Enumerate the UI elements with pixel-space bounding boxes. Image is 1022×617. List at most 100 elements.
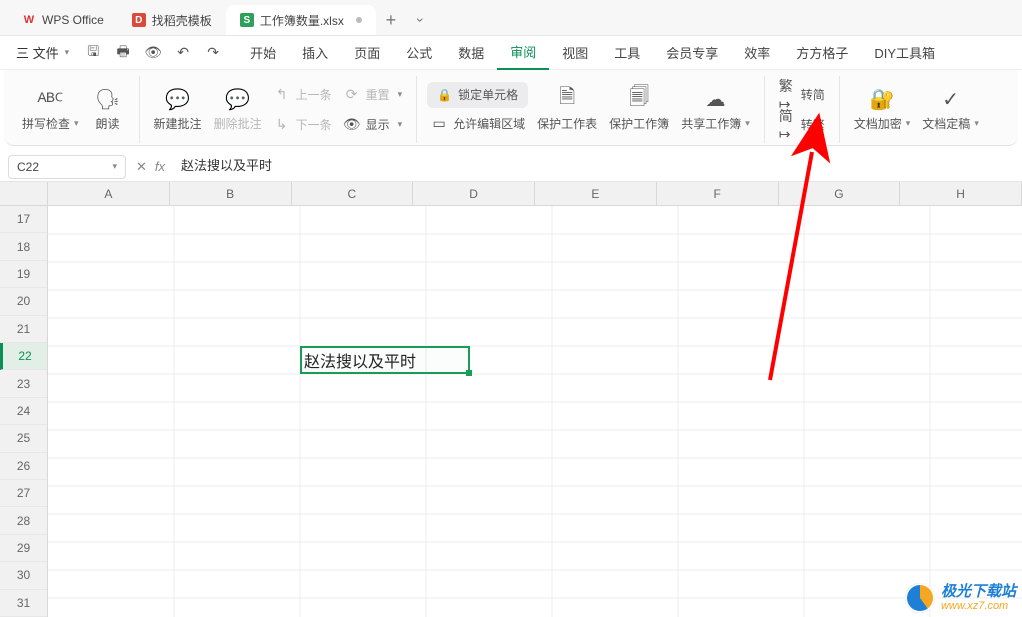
tab-file[interactable]: S 工作簿数量.xlsx bbox=[226, 5, 376, 35]
to-simplified-button[interactable]: 繁↦转简 bbox=[775, 81, 829, 109]
col-header[interactable]: D bbox=[413, 182, 535, 206]
col-header[interactable]: H bbox=[900, 182, 1022, 206]
menu-tab-insert[interactable]: 插入 bbox=[289, 36, 341, 70]
ribbon-group-convert: 繁↦转简 简↦转繁 bbox=[765, 76, 840, 143]
next-comment-button[interactable]: ↳下一条 bbox=[270, 111, 336, 139]
file-menu-label: 三 文件 bbox=[16, 43, 59, 62]
read-button[interactable]: 🗣 朗读 bbox=[85, 76, 131, 143]
menu-tab-label: 插入 bbox=[302, 43, 328, 62]
prev-icon: ↰ bbox=[274, 86, 290, 103]
menu-tab-efficiency[interactable]: 效率 bbox=[731, 36, 783, 70]
menu-tab-start[interactable]: 开始 bbox=[237, 36, 289, 70]
cells[interactable]: 赵法搜以及平时 bbox=[48, 206, 1022, 617]
row-header[interactable]: 30 bbox=[0, 562, 47, 589]
row-header[interactable]: 25 bbox=[0, 425, 47, 452]
watermark-logo-icon bbox=[905, 583, 935, 613]
tab-templates-label: 找稻壳模板 bbox=[152, 12, 212, 29]
menu-tab-page[interactable]: 页面 bbox=[341, 36, 393, 70]
row-header[interactable]: 27 bbox=[0, 480, 47, 507]
tab-menu-button[interactable]: › bbox=[406, 5, 436, 35]
menu-tab-label: 视图 bbox=[562, 43, 588, 62]
lock-cell-button[interactable]: 🔒 锁定单元格 bbox=[427, 82, 528, 108]
fx-icon[interactable]: fx bbox=[155, 159, 165, 174]
share-book-button[interactable]: ☁ 共享工作簿▾ bbox=[675, 76, 756, 143]
spreadsheet: A B C D E F G H 17 18 19 20 21 22 23 24 … bbox=[0, 182, 1022, 617]
formula-value: 赵法搜以及平时 bbox=[181, 158, 272, 173]
row-header-active[interactable]: 22 bbox=[0, 343, 47, 370]
new-comment-button[interactable]: 💬 新建批注 bbox=[148, 76, 208, 143]
show-icon: 👁 bbox=[344, 116, 360, 133]
col-header[interactable]: E bbox=[535, 182, 657, 206]
encrypt-icon: 🔐 bbox=[870, 87, 895, 111]
col-header[interactable]: A bbox=[48, 182, 170, 206]
row-header[interactable]: 21 bbox=[0, 316, 47, 343]
grid-lines bbox=[48, 206, 1022, 617]
row-header[interactable]: 26 bbox=[0, 453, 47, 480]
encrypt-label: 文档加密 bbox=[854, 115, 902, 132]
ribbon-group-doc: 🔐 文档加密▾ ✓ 文档定稿▾ bbox=[840, 76, 993, 143]
finalize-button[interactable]: ✓ 文档定稿▾ bbox=[916, 76, 985, 143]
reset-icon: ⟳ bbox=[344, 86, 360, 103]
delete-comment-button[interactable]: 💬 删除批注 bbox=[208, 76, 268, 143]
protect-sheet-button[interactable]: 🗎 保护工作表 bbox=[531, 76, 603, 143]
col-header[interactable]: C bbox=[292, 182, 414, 206]
file-menu-button[interactable]: 三 文件 ▾ bbox=[8, 40, 77, 66]
share-book-label: 共享工作簿 bbox=[681, 115, 741, 132]
menu-tab-diy[interactable]: DIY工具箱 bbox=[861, 36, 948, 70]
menu-tab-data[interactable]: 数据 bbox=[445, 36, 497, 70]
menu-tab-label: 方方格子 bbox=[796, 43, 848, 62]
select-all-corner[interactable] bbox=[0, 182, 48, 206]
menu-tab-ffgz[interactable]: 方方格子 bbox=[783, 36, 861, 70]
finalize-label: 文档定稿 bbox=[922, 115, 970, 132]
tab-templates[interactable]: D 找稻壳模板 bbox=[118, 5, 226, 35]
col-header[interactable]: F bbox=[657, 182, 779, 206]
col-header[interactable]: B bbox=[170, 182, 292, 206]
allow-edit-button[interactable]: ▭允许编辑区域 bbox=[427, 110, 529, 138]
menu-tab-review[interactable]: 审阅 bbox=[497, 36, 549, 70]
docer-logo-icon: D bbox=[132, 13, 146, 27]
row-header[interactable]: 17 bbox=[0, 206, 47, 233]
menu-tab-label: 会员专享 bbox=[666, 43, 718, 62]
prev-comment-button[interactable]: ↰上一条 bbox=[270, 81, 336, 109]
row-header[interactable]: 28 bbox=[0, 507, 47, 534]
protect-book-button[interactable]: 🗐 保护工作簿 bbox=[603, 76, 675, 143]
row-header[interactable]: 20 bbox=[0, 288, 47, 315]
redo-icon[interactable]: ↷ bbox=[199, 40, 227, 66]
show-button[interactable]: 👁显示▾ bbox=[340, 111, 407, 139]
unsaved-dot-icon bbox=[356, 17, 362, 23]
row-header[interactable]: 18 bbox=[0, 233, 47, 260]
row-header[interactable]: 19 bbox=[0, 261, 47, 288]
preview-icon[interactable]: 👁 bbox=[139, 40, 167, 66]
menu-tabs: 开始 插入 页面 公式 数据 审阅 视图 工具 会员专享 效率 方方格子 DIY… bbox=[237, 36, 948, 70]
chevron-down-icon: ▾ bbox=[65, 47, 70, 58]
menu-tab-member[interactable]: 会员专享 bbox=[653, 36, 731, 70]
menu-tab-formula[interactable]: 公式 bbox=[393, 36, 445, 70]
row-header[interactable]: 23 bbox=[0, 370, 47, 397]
row-header[interactable]: 29 bbox=[0, 535, 47, 562]
row-headers: 17 18 19 20 21 22 23 24 25 26 27 28 29 3… bbox=[0, 206, 48, 617]
row-header[interactable]: 31 bbox=[0, 590, 47, 617]
menu-tab-tools[interactable]: 工具 bbox=[601, 36, 653, 70]
to-traditional-button[interactable]: 简↦转繁 bbox=[775, 111, 829, 139]
tab-app-label: WPS Office bbox=[42, 13, 104, 27]
watermark-title: 极光下载站 bbox=[941, 584, 1016, 601]
formula-input[interactable]: 赵法搜以及平时 bbox=[175, 155, 1014, 179]
col-header[interactable]: G bbox=[779, 182, 901, 206]
menu-bar: 三 文件 ▾ 🖫 🖶 👁 ↶ ↷ 开始 插入 页面 公式 数据 审阅 视图 工具… bbox=[0, 36, 1022, 70]
encrypt-button[interactable]: 🔐 文档加密▾ bbox=[848, 76, 917, 143]
ribbon-group-protect: 🔒 锁定单元格 ▭允许编辑区域 🗎 保护工作表 🗐 保护工作簿 ☁ 共享工作簿▾ bbox=[417, 76, 765, 143]
to-traditional-label: 转繁 bbox=[801, 116, 825, 133]
name-box[interactable]: C22 ▾ bbox=[8, 155, 126, 179]
save-icon[interactable]: 🖫 bbox=[79, 40, 107, 66]
menu-tab-label: 审阅 bbox=[510, 42, 536, 61]
print-icon[interactable]: 🖶 bbox=[109, 40, 137, 66]
row-header[interactable]: 24 bbox=[0, 398, 47, 425]
spellcheck-button[interactable]: ᴬᴮꟲ 拼写检查▾ bbox=[16, 76, 85, 143]
undo-icon[interactable]: ↶ bbox=[169, 40, 197, 66]
cancel-icon[interactable]: ✕ bbox=[136, 159, 147, 175]
new-tab-button[interactable]: + bbox=[376, 5, 406, 35]
menu-tab-view[interactable]: 视图 bbox=[549, 36, 601, 70]
tab-app[interactable]: W WPS Office bbox=[8, 5, 118, 35]
reset-button[interactable]: ⟳重置▾ bbox=[340, 81, 407, 109]
menu-tab-label: 开始 bbox=[250, 43, 276, 62]
